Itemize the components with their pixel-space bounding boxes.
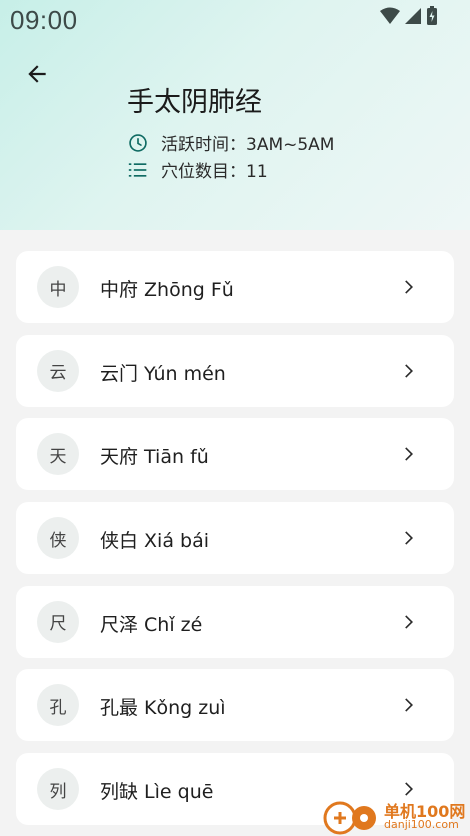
wifi-icon (380, 7, 400, 24)
battery-icon (427, 6, 437, 25)
list-numbered-icon (127, 159, 149, 181)
site-watermark: 单机100网 danji100.com (320, 796, 470, 836)
point-badge: 云 (37, 349, 79, 392)
list-item[interactable]: 孔 孔最 Kǒng zuì (16, 669, 454, 742)
list-item[interactable]: 尺 尺泽 Chǐ zé (16, 585, 454, 658)
active-time-text: 活跃时间：3AM~5AM (161, 135, 335, 155)
point-badge: 孔 (37, 684, 79, 727)
point-badge: 列 (37, 768, 79, 811)
point-label: 云门 Yún mén (100, 362, 226, 385)
list-item[interactable]: 中 中府 Zhōng Fǔ (16, 251, 454, 323)
status-bar: 09:00 (0, 0, 470, 40)
arrow-left-icon (28, 65, 46, 83)
page-title: 手太阴肺经 (127, 87, 262, 118)
watermark-logo-icon (323, 801, 376, 835)
point-badge: 中 (37, 266, 79, 308)
point-label: 侠白 Xiá bái (100, 530, 209, 553)
acupoint-list: 中 中府 Zhōng Fǔ 云 云门 Yún mén 天 天府 Tiān fǔ … (16, 251, 454, 836)
chevron-right-icon (405, 531, 413, 545)
point-badge: 侠 (37, 517, 79, 560)
point-label: 孔最 Kǒng zuì (100, 697, 226, 720)
point-label: 中府 Zhōng Fǔ (100, 279, 234, 301)
chevron-right-icon (405, 280, 413, 294)
chevron-right-icon (405, 615, 413, 629)
point-badge: 天 (37, 433, 79, 476)
signal-icon (405, 8, 421, 24)
point-count-row: 穴位数目：11 (127, 157, 268, 182)
chevron-right-icon (405, 364, 413, 378)
list-item[interactable]: 侠 侠白 Xiá bái (16, 502, 454, 575)
point-badge: 尺 (37, 600, 79, 643)
point-label: 天府 Tiān fǔ (100, 446, 209, 469)
clock-icon (127, 132, 149, 154)
active-time-row: 活跃时间：3AM~5AM (127, 130, 334, 155)
watermark-url: danji100.com (384, 818, 459, 831)
back-button[interactable] (18, 55, 56, 93)
chevron-right-icon (405, 698, 413, 713)
point-label: 尺泽 Chǐ zé (100, 613, 203, 636)
status-time: 09:00 (10, 5, 78, 35)
point-label: 列缺 Lìe quē (100, 781, 214, 804)
status-icons (380, 6, 438, 26)
point-count-text: 穴位数目：11 (161, 162, 268, 182)
header-area: 09:00 手太阴肺经 活跃时间：3AM~5AM 穴位数目：11 (0, 0, 470, 230)
chevron-right-icon (405, 447, 413, 462)
list-item[interactable]: 云 云门 Yún mén (16, 334, 454, 407)
list-item[interactable]: 天 天府 Tiān fǔ (16, 418, 454, 491)
